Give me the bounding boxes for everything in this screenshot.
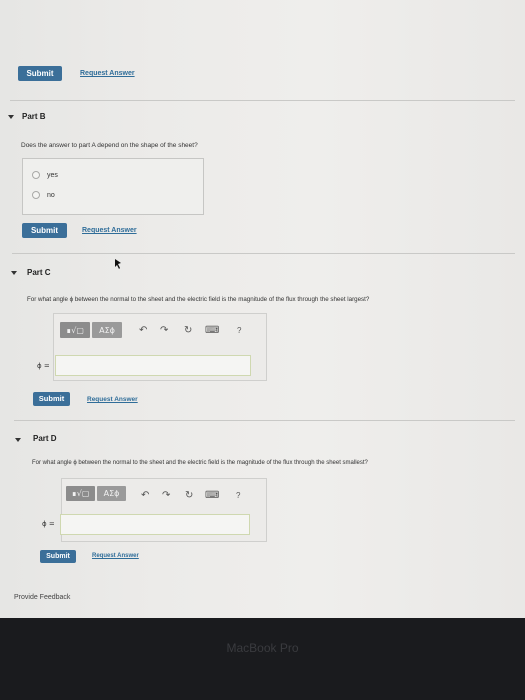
redo-icon[interactable]: ↷	[162, 491, 170, 501]
keyboard-icon[interactable]: ⌨	[205, 326, 219, 336]
reset-icon[interactable]: ↻	[185, 491, 193, 501]
part-a-request-answer-link[interactable]: Request Answer	[80, 70, 135, 77]
templates-button[interactable]: ∎√▢	[60, 322, 90, 338]
part-c-question: For what angle ϕ between the normal to t…	[27, 296, 370, 303]
help-icon[interactable]: ?	[236, 491, 240, 501]
part-c-request-answer-link[interactable]: Request Answer	[87, 396, 138, 403]
symbols-button[interactable]: ΑΣϕ	[97, 486, 126, 501]
part-d-title: Part D	[33, 434, 57, 443]
reset-icon[interactable]: ↻	[184, 326, 192, 336]
divider	[14, 420, 515, 421]
part-c-collapse-caret-icon[interactable]	[11, 271, 17, 275]
part-b-question: Does the answer to part A depend on the …	[21, 142, 198, 149]
part-a-submit-button[interactable]: Submit	[18, 66, 62, 81]
part-d-collapse-caret-icon[interactable]	[15, 438, 21, 442]
part-b-submit-button[interactable]: Submit	[22, 223, 67, 238]
part-d-submit-button[interactable]: Submit	[40, 550, 76, 563]
part-d-answer-label: ϕ =	[42, 520, 55, 528]
divider	[12, 253, 515, 254]
keyboard-icon[interactable]: ⌨	[205, 491, 219, 501]
part-b-title: Part B	[22, 112, 46, 121]
part-c-title: Part C	[27, 268, 51, 277]
part-b-choices: yes no	[22, 158, 204, 215]
part-d-question: For what angle ϕ between the normal to t…	[32, 460, 368, 466]
part-b-collapse-caret-icon[interactable]	[8, 115, 14, 119]
part-c-answer-label: ϕ =	[37, 362, 50, 370]
part-c-answer-input[interactable]	[55, 355, 251, 376]
bezel-logo: MacBook Pro	[226, 641, 299, 655]
divider	[10, 100, 515, 101]
help-icon[interactable]: ?	[237, 326, 241, 336]
radio-yes[interactable]	[32, 171, 40, 179]
choice-label-no: no	[47, 192, 55, 199]
provide-feedback-link[interactable]: Provide Feedback	[14, 594, 70, 601]
part-d-answer-input[interactable]	[60, 514, 250, 535]
radio-no[interactable]	[32, 191, 40, 199]
part-c-submit-button[interactable]: Submit	[33, 392, 70, 406]
choice-label-yes: yes	[47, 172, 58, 179]
screen: Submit Request Answer Part B Does the an…	[0, 0, 525, 618]
redo-icon[interactable]: ↷	[160, 326, 168, 336]
undo-icon[interactable]: ↶	[139, 326, 147, 336]
part-d-request-answer-link[interactable]: Request Answer	[92, 553, 139, 559]
mouse-pointer-icon	[115, 259, 121, 269]
symbols-button[interactable]: ΑΣϕ	[92, 322, 122, 338]
undo-icon[interactable]: ↶	[141, 491, 149, 501]
templates-button[interactable]: ∎√▢	[66, 486, 95, 501]
part-b-request-answer-link[interactable]: Request Answer	[82, 227, 137, 234]
